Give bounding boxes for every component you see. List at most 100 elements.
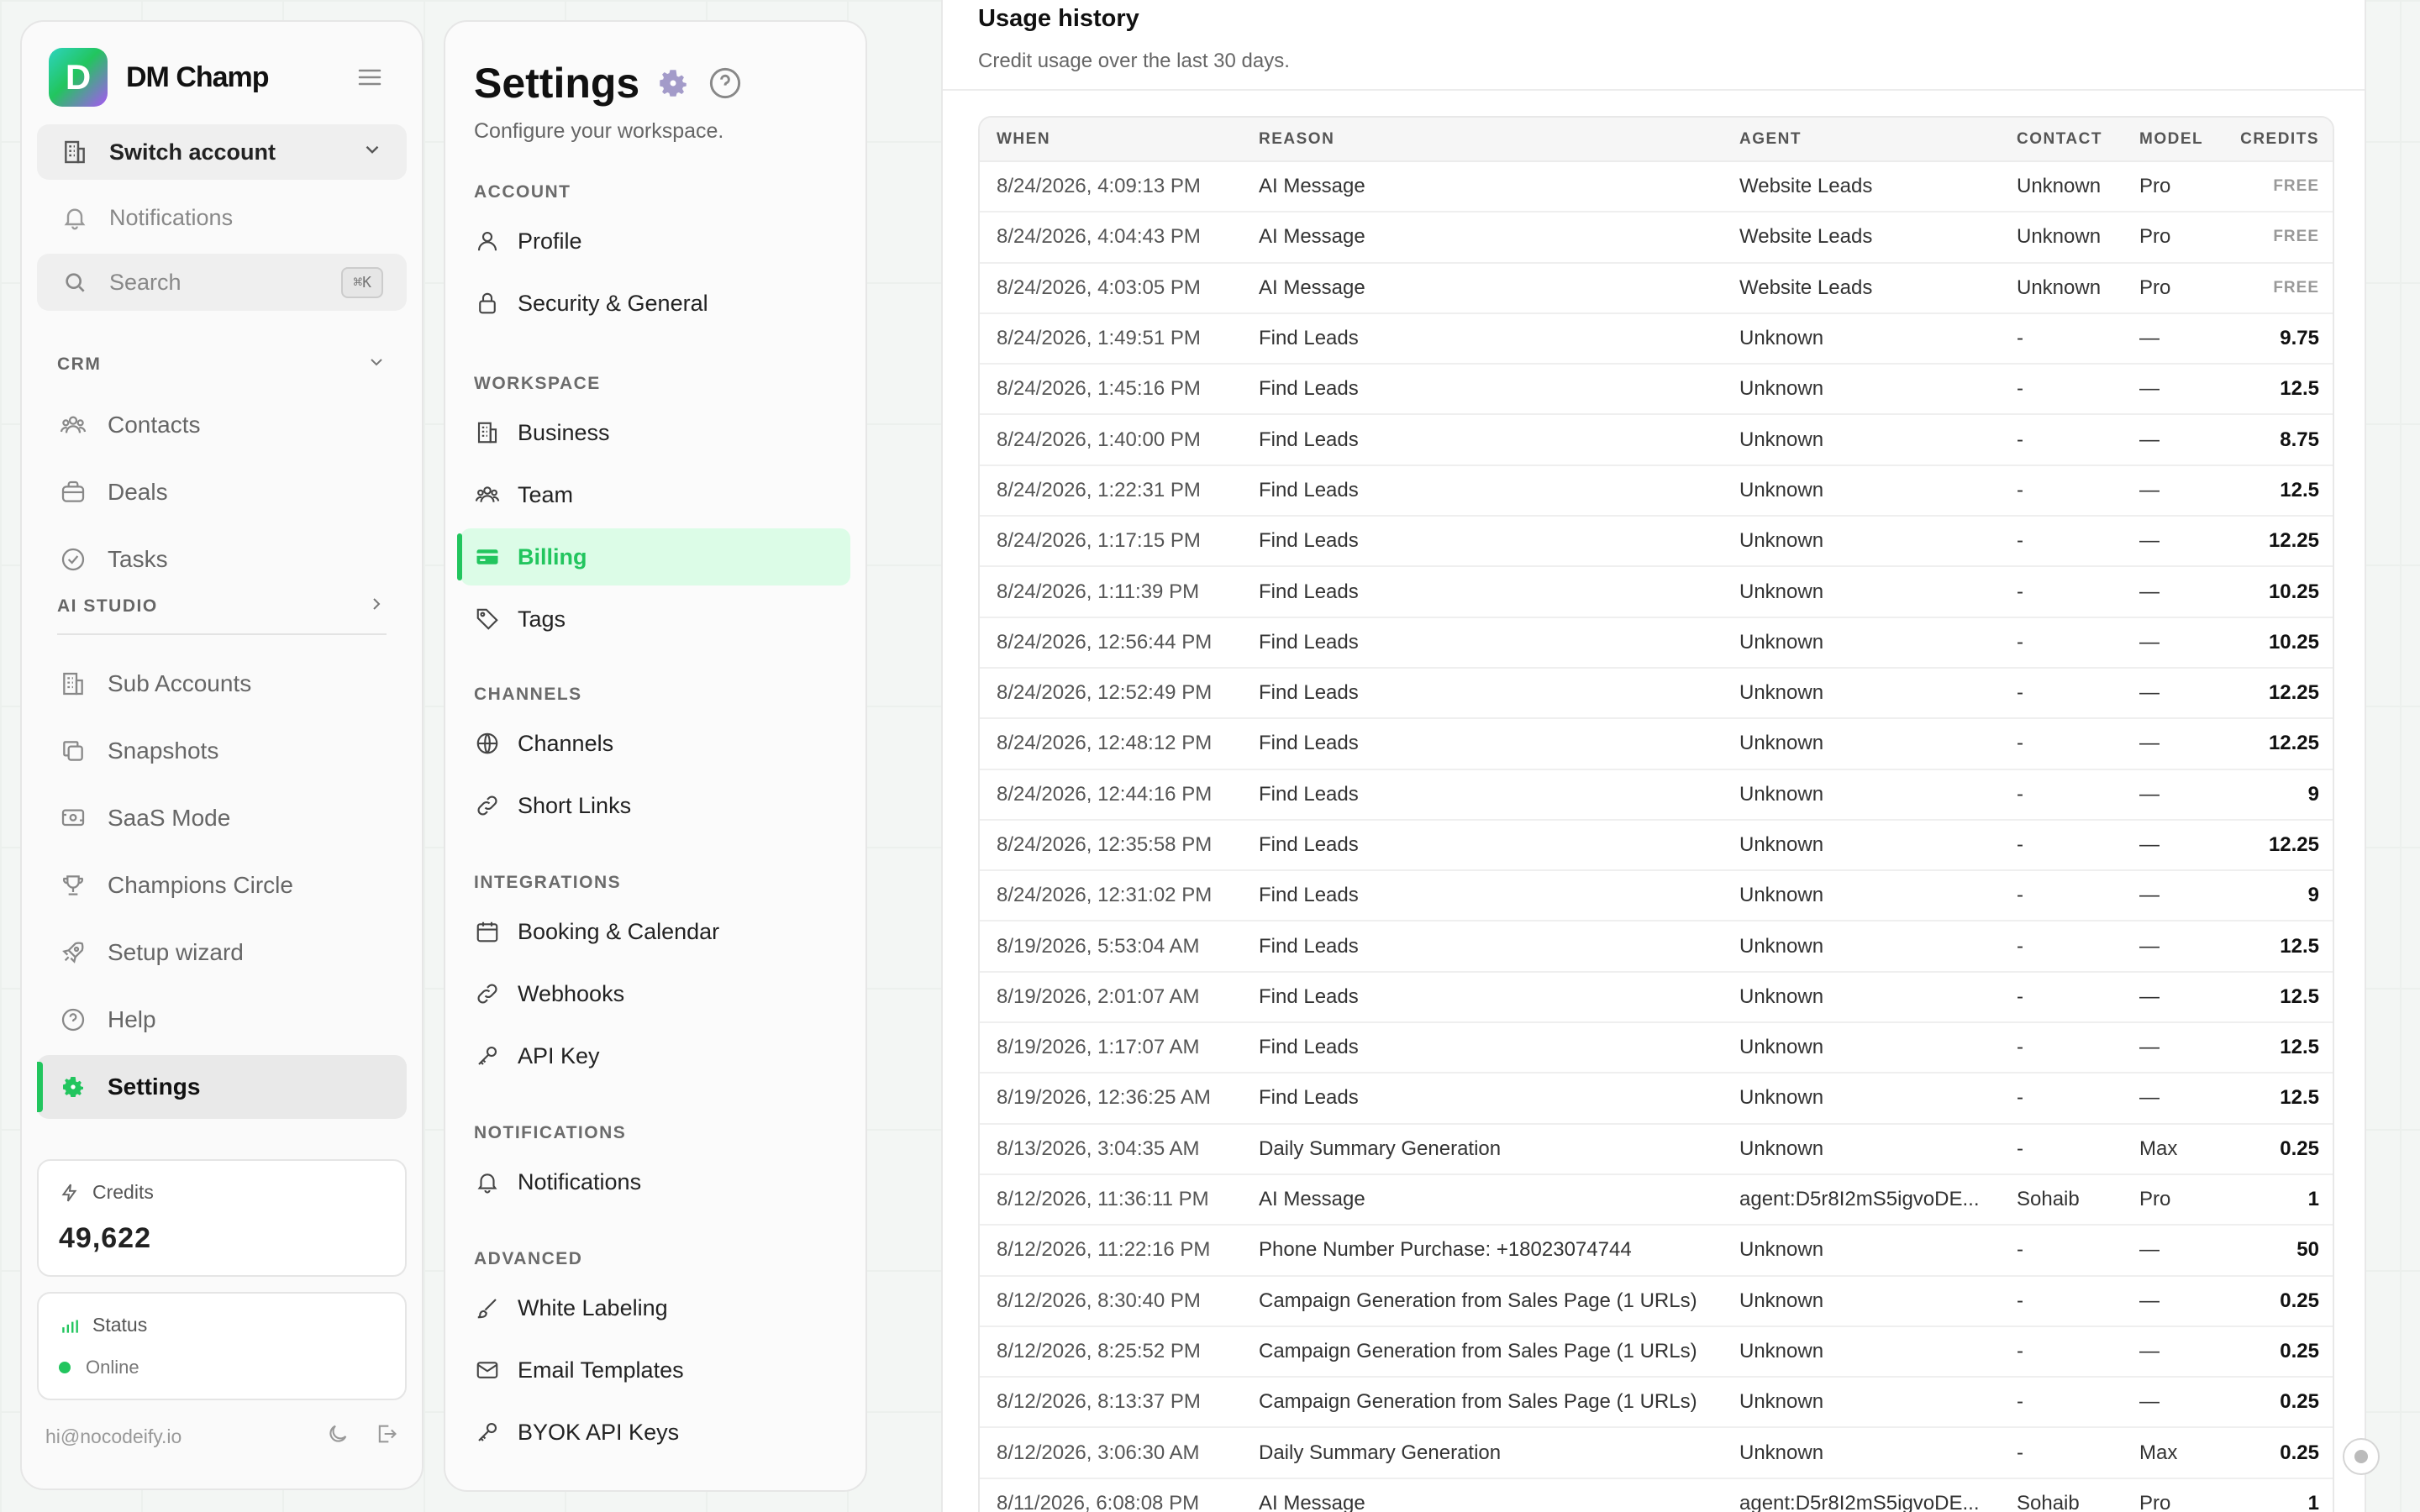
table-row[interactable]: 8/19/2026, 2:01:07 AM Find Leads Unknown - —…: [980, 972, 2333, 1023]
crm-section-toggle[interactable]: CRM: [37, 348, 407, 381]
credits-title: Credits: [59, 1181, 385, 1204]
table-row[interactable]: 8/24/2026, 1:45:16 PM Find Leads Unknown - —…: [980, 364, 2333, 415]
settings-item-billing[interactable]: Billing: [457, 528, 850, 585]
help-circle-icon[interactable]: [707, 65, 744, 102]
cell-contact: Sohaib: [2017, 1188, 2080, 1211]
settings-item-white-labeling[interactable]: White Labeling: [460, 1279, 850, 1336]
sidebar-item-help[interactable]: Help: [37, 988, 407, 1052]
cell-model: —: [2139, 884, 2160, 907]
cell-credits: 9.75: [2280, 327, 2319, 350]
user-email: hi@nocodeify.io: [45, 1425, 182, 1447]
table-row[interactable]: 8/24/2026, 1:40:00 PM Find Leads Unknown - —…: [980, 414, 2333, 465]
check-circle-icon: [59, 545, 87, 574]
cell-when: 8/12/2026, 11:36:11 PM: [997, 1188, 1209, 1211]
table-row[interactable]: 8/24/2026, 4:04:43 PM AI Message Website L…: [980, 212, 2333, 263]
table-row[interactable]: 8/24/2026, 4:09:13 PM AI Message Website L…: [980, 161, 2333, 213]
table-row[interactable]: 8/12/2026, 8:25:52 PM Campaign Generation…: [980, 1326, 2333, 1378]
settings-item-booking[interactable]: Booking & Calendar: [460, 903, 850, 960]
table-row[interactable]: 8/12/2026, 3:06:30 AM Daily Summary Gener…: [980, 1427, 2333, 1478]
sidebar-item-snapshots[interactable]: Snapshots: [37, 719, 407, 783]
table-row[interactable]: 8/19/2026, 1:17:07 AM Find Leads Unknown - —…: [980, 1022, 2333, 1074]
cell-model: —: [2139, 934, 2160, 958]
cell-contact: -: [2017, 732, 2023, 755]
table-row[interactable]: 8/24/2026, 4:03:05 PM AI Message Website L…: [980, 263, 2333, 313]
cell-agent: Unknown: [1739, 833, 1824, 856]
settings-item-channels[interactable]: Channels: [460, 715, 850, 772]
cell-credits: 1: [2307, 1491, 2319, 1512]
link-icon: [474, 980, 501, 1007]
menu-icon[interactable]: [353, 60, 387, 94]
main-content: Usage history Credit usage over the last…: [941, 0, 2366, 1512]
table-row[interactable]: 8/19/2026, 12:36:25 AM Find Leads Unknown -…: [980, 1073, 2333, 1124]
sidebar-item-deals[interactable]: Deals: [37, 460, 407, 524]
table-row[interactable]: 8/19/2026, 5:53:04 AM Find Leads Unknown - —…: [980, 921, 2333, 972]
chevron-right-icon: [366, 594, 387, 619]
sidebar-item-setup-wizard[interactable]: Setup wizard: [37, 921, 407, 984]
switch-account-button[interactable]: Switch account: [37, 124, 407, 180]
table-row[interactable]: 8/24/2026, 1:49:51 PM Find Leads Unknown - —…: [980, 313, 2333, 365]
cell-when: 8/11/2026, 6:08:08 PM: [997, 1491, 1200, 1512]
table-row[interactable]: 8/24/2026, 12:48:12 PM Find Leads Unknown -…: [980, 718, 2333, 769]
ai-studio-section-toggle[interactable]: AI STUDIO: [37, 590, 407, 623]
building-icon: [474, 419, 501, 446]
cell-reason: Find Leads: [1259, 529, 1359, 553]
moon-icon[interactable]: [326, 1422, 350, 1451]
record-button[interactable]: [2343, 1438, 2380, 1475]
settings-item-short-links[interactable]: Short Links: [460, 777, 850, 834]
cell-when: 8/24/2026, 4:04:43 PM: [997, 225, 1201, 249]
cell-contact: -: [2017, 681, 2023, 705]
cell-contact: -: [2017, 934, 2023, 958]
cell-credits: 12.25: [2268, 681, 2319, 705]
settings-item-webhooks[interactable]: Webhooks: [460, 965, 850, 1022]
usage-table: WHEN REASON AGENT CONTACT MODEL CREDITS …: [980, 118, 2333, 1512]
table-row[interactable]: 8/12/2026, 8:30:40 PM Campaign Generation…: [980, 1276, 2333, 1326]
cell-reason: Find Leads: [1259, 732, 1359, 755]
cell-credits: 10.25: [2268, 630, 2319, 654]
sidebar-item-saas-mode[interactable]: SaaS Mode: [37, 786, 407, 850]
sidebar-item-settings[interactable]: Settings: [37, 1055, 407, 1119]
search-input[interactable]: Search ⌘K: [37, 254, 407, 311]
table-row[interactable]: 8/24/2026, 1:17:15 PM Find Leads Unknown - —…: [980, 516, 2333, 567]
cell-credits: 12.5: [2280, 934, 2319, 958]
settings-item-email-templates[interactable]: Email Templates: [460, 1341, 850, 1399]
cell-agent: Unknown: [1739, 428, 1824, 451]
cell-credits: 12.25: [2268, 833, 2319, 856]
table-row[interactable]: 8/12/2026, 11:36:11 PM AI Message agent:D5…: [980, 1174, 2333, 1226]
bell-icon: [60, 203, 89, 232]
sidebar-item-label: Deals: [108, 479, 168, 505]
settings-item-tags[interactable]: Tags: [460, 591, 850, 648]
brand-name: DM Champ: [126, 60, 270, 93]
sidebar-item-tasks[interactable]: Tasks: [37, 528, 407, 591]
table-row[interactable]: 8/24/2026, 1:22:31 PM Find Leads Unknown - —…: [980, 465, 2333, 517]
logout-icon[interactable]: [375, 1422, 398, 1451]
cell-agent: Unknown: [1739, 1390, 1824, 1414]
table-row[interactable]: 8/13/2026, 3:04:35 AM Daily Summary Gener…: [980, 1124, 2333, 1174]
sidebar-item-label: Tasks: [108, 546, 168, 572]
sidebar-item-contacts[interactable]: Contacts: [37, 393, 407, 457]
settings-item-team[interactable]: Team: [460, 466, 850, 523]
table-row[interactable]: 8/24/2026, 12:44:16 PM Find Leads Unknown -…: [980, 769, 2333, 820]
sidebar-item-label: Champions Circle: [108, 872, 293, 898]
table-row[interactable]: 8/12/2026, 11:22:16 PM Phone Number Purch…: [980, 1225, 2333, 1276]
settings-item-byok-api-keys[interactable]: BYOK API Keys: [460, 1404, 850, 1461]
usage-table-container[interactable]: WHEN REASON AGENT CONTACT MODEL CREDITS …: [978, 116, 2334, 1512]
settings-item-business[interactable]: Business: [460, 404, 850, 461]
settings-item-notifications[interactable]: Notifications: [460, 1153, 850, 1210]
table-row[interactable]: 8/24/2026, 12:56:44 PM Find Leads Unknown -…: [980, 617, 2333, 668]
sidebar-item-sub-accounts[interactable]: Sub Accounts: [37, 652, 407, 716]
cell-contact: -: [2017, 1137, 2023, 1160]
building-icon: [59, 669, 87, 698]
table-row[interactable]: 8/24/2026, 1:11:39 PM Find Leads Unknown - —…: [980, 566, 2333, 617]
settings-item-security[interactable]: Security & General: [460, 275, 850, 332]
cell-reason: Find Leads: [1259, 580, 1359, 603]
table-row[interactable]: 8/24/2026, 12:52:49 PM Find Leads Unknown -…: [980, 668, 2333, 719]
notifications-button[interactable]: Notifications: [37, 192, 407, 244]
sidebar-item-champions-circle[interactable]: Champions Circle: [37, 853, 407, 917]
table-row[interactable]: 8/24/2026, 12:31:02 PM Find Leads Unknown -…: [980, 870, 2333, 921]
settings-item-api-key[interactable]: API Key: [460, 1027, 850, 1084]
brand-logo[interactable]: D: [49, 48, 108, 107]
table-row[interactable]: 8/11/2026, 6:08:08 PM AI Message agent:D5r…: [980, 1478, 2333, 1512]
table-row[interactable]: 8/12/2026, 8:13:37 PM Campaign Generation…: [980, 1377, 2333, 1428]
settings-item-profile[interactable]: Profile: [460, 213, 850, 270]
table-row[interactable]: 8/24/2026, 12:35:58 PM Find Leads Unknown -…: [980, 820, 2333, 871]
